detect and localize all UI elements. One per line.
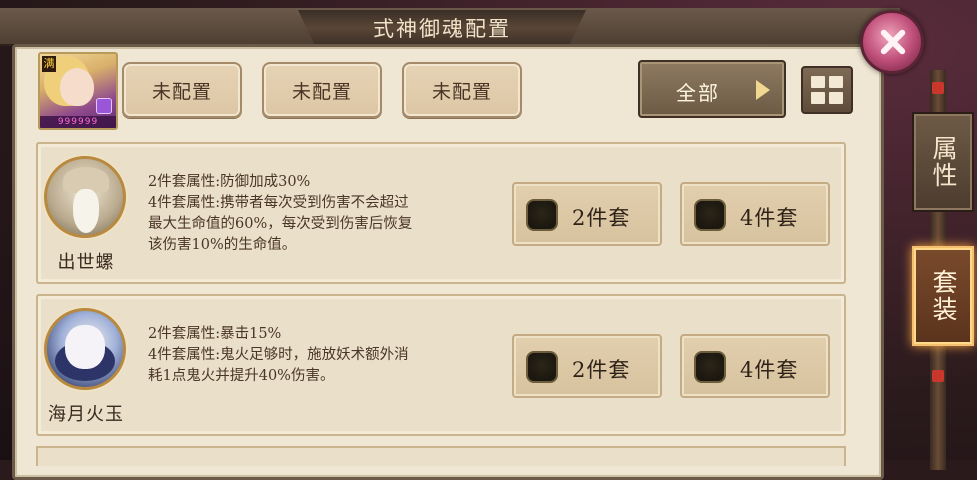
- set-description: 2件套属性:防御加成30% 4件套属性:携带者每次受到伤害不会超过 最大生命值的…: [148, 172, 498, 256]
- magatama-slot-icon: [526, 351, 558, 383]
- desc-line: 该伤害10%的生命值。: [148, 237, 297, 253]
- set-description: 2件套属性:暴击15% 4件套属性:鬼火足够时，施放妖术额外消 耗1点鬼火并提升…: [148, 324, 498, 387]
- tab-attributes[interactable]: 属性: [912, 112, 974, 212]
- set-card-1[interactable]: 出世螺 2件套属性:防御加成30% 4件套属性:携带者每次受到伤害不会超过 最大…: [36, 142, 846, 284]
- four-piece-label: 4件套: [740, 358, 799, 382]
- star-rating: 999999: [40, 116, 116, 128]
- soul-name: 出世螺: [57, 252, 115, 273]
- four-piece-button[interactable]: 4件套: [680, 182, 830, 246]
- magatama-slot-icon: [694, 351, 726, 383]
- close-button[interactable]: [860, 10, 924, 74]
- page-title: 式神御魂配置: [298, 10, 586, 46]
- four-piece-button[interactable]: 4件套: [680, 334, 830, 398]
- set-card-3[interactable]: [36, 446, 846, 466]
- desc-line: 2件套属性:防御加成30%: [148, 174, 311, 190]
- shikigami-portrait[interactable]: 满 999999: [38, 52, 118, 130]
- play-arrow-icon: [756, 80, 770, 100]
- grid-icon: [811, 76, 825, 88]
- grid-icon: [829, 76, 843, 88]
- soul-name: 海月火玉: [48, 404, 124, 425]
- grid-icon: [811, 92, 825, 104]
- slot-button-1[interactable]: 未配置: [122, 62, 242, 118]
- desc-line: 4件套属性:鬼火足够时，施放妖术额外消: [148, 347, 409, 363]
- filter-all-button[interactable]: 全部: [638, 60, 786, 118]
- desc-line: 耗1点鬼火并提升40%伤害。: [148, 368, 335, 384]
- filter-all-label: 全部: [676, 81, 720, 105]
- soul-avatar-icon: [44, 308, 126, 390]
- set-card-2[interactable]: 海月火玉 2件套属性:暴击15% 4件套属性:鬼火足够时，施放妖术额外消 耗1点…: [36, 294, 846, 436]
- rarity-gem-icon: [96, 98, 112, 114]
- knot-ornament-icon: [932, 82, 944, 94]
- grid-view-button[interactable]: [801, 66, 853, 114]
- portrait-face: [60, 68, 94, 106]
- max-level-badge: 满: [42, 56, 56, 72]
- desc-line: 4件套属性:携带者每次受到伤害不会超过: [148, 195, 409, 211]
- desc-line: 2件套属性:暴击15%: [148, 326, 282, 342]
- magatama-slot-icon: [526, 199, 558, 231]
- two-piece-label: 2件套: [572, 358, 631, 382]
- two-piece-button[interactable]: 2件套: [512, 182, 662, 246]
- four-piece-label: 4件套: [740, 206, 799, 230]
- soul-avatar-icon: [44, 156, 126, 238]
- slot-button-3[interactable]: 未配置: [402, 62, 522, 118]
- two-piece-label: 2件套: [572, 206, 631, 230]
- tab-sets[interactable]: 套装: [912, 246, 974, 346]
- knot-ornament-icon: [932, 370, 944, 382]
- desc-line: 最大生命值的60%，每次受到伤害后恢复: [148, 216, 413, 232]
- magatama-slot-icon: [694, 199, 726, 231]
- slot-button-2[interactable]: 未配置: [262, 62, 382, 118]
- two-piece-button[interactable]: 2件套: [512, 334, 662, 398]
- grid-icon: [829, 92, 843, 104]
